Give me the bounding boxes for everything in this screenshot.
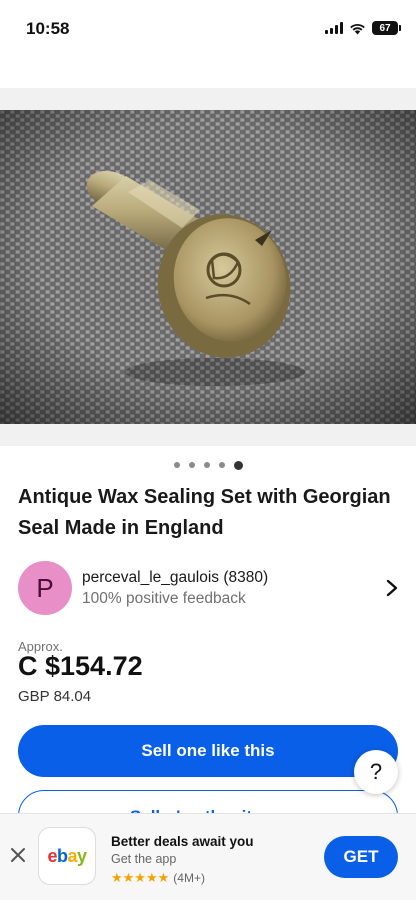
- help-button[interactable]: ?: [354, 750, 398, 794]
- close-icon[interactable]: [8, 845, 28, 865]
- get-app-button[interactable]: GET: [324, 836, 398, 878]
- product-image-gallery[interactable]: [0, 88, 416, 446]
- pagination-dot[interactable]: [173, 462, 180, 468]
- app-install-banner: ebay Better deals await you Get the app …: [0, 813, 416, 900]
- status-time: 10:58: [26, 19, 70, 38]
- pagination-dot[interactable]: [203, 462, 210, 468]
- price-original-currency: GBP 84.04: [18, 688, 92, 705]
- sell-one-like-this-button[interactable]: Sell one like this: [18, 725, 398, 777]
- seller-name: perceval_le_gaulois (8380): [82, 568, 269, 586]
- seller-feedback: 100% positive feedback: [82, 589, 246, 607]
- price-amount: C $154.72: [18, 651, 143, 681]
- status-bar: 10:58 67: [0, 0, 416, 60]
- banner-subtitle: Get the app: [111, 852, 177, 866]
- status-icons: 67: [325, 21, 401, 35]
- rating-count: (4M+): [173, 871, 205, 885]
- pagination-dot[interactable]: [188, 462, 195, 468]
- pagination-dot-active[interactable]: [233, 460, 243, 470]
- ebay-app-icon: ebay: [38, 827, 96, 885]
- chevron-right-icon[interactable]: [382, 578, 402, 598]
- pagination-dot[interactable]: [218, 462, 225, 468]
- battery-icon: 67: [372, 21, 401, 35]
- gallery-pagination[interactable]: [0, 460, 416, 470]
- listing-title: Antique Wax Sealing Set with Georgian Se…: [18, 486, 391, 539]
- star-rating-icon: ★★★★★: [111, 870, 170, 885]
- seller-row[interactable]: P perceval_le_gaulois (8380) 100% positi…: [18, 560, 402, 616]
- top-spacer: [0, 60, 416, 88]
- product-photo[interactable]: [0, 110, 416, 424]
- seller-info: perceval_le_gaulois (8380) 100% positive…: [82, 569, 382, 608]
- avatar: P: [18, 561, 72, 615]
- signal-icon: [325, 22, 343, 34]
- wifi-icon: [350, 23, 365, 34]
- banner-title: Better deals await you: [111, 834, 254, 849]
- banner-rating: ★★★★★ (4M+): [111, 870, 205, 886]
